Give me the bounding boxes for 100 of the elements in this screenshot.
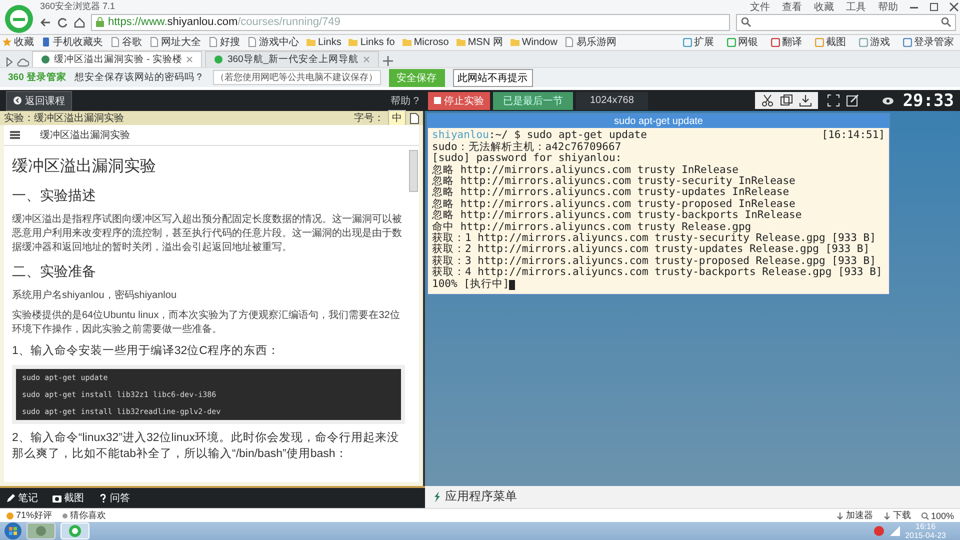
fullscreen-icon[interactable] xyxy=(826,94,840,108)
browser-taskbar-icon[interactable] xyxy=(60,522,90,540)
page-heading: 缓冲区溢出漏洞实验 xyxy=(12,156,157,178)
back-circle-icon xyxy=(13,96,22,106)
bookmark-item[interactable]: Window xyxy=(510,36,558,48)
home-icon[interactable] xyxy=(74,16,85,28)
scissors-icon[interactable] xyxy=(760,94,774,108)
terminal-line: 获取：2 http://mirrors.aliyuncs.com trusty-updates Release.gpg [933 B] xyxy=(432,244,870,256)
bottom-tab[interactable]: 截图 xyxy=(52,490,84,505)
font-size-label: 字号： xyxy=(354,112,384,126)
terminal-line: 获取：1 http://mirrors.aliyuncs.com trusty-security Release.gpg [933 B] xyxy=(432,232,876,244)
bookmark-item[interactable]: 游戏中心 xyxy=(247,35,299,50)
browser-tab[interactable]: 360导航_新一代安全上网导航 xyxy=(205,51,379,68)
terminal-timestamp: [16:14:51] xyxy=(822,130,885,142)
sidebar-toggle-icon[interactable] xyxy=(4,57,14,68)
folder-icon xyxy=(402,37,412,48)
terminal-line: 忽略 http://mirrors.aliyuncs.com trusty-security InRelease xyxy=(432,176,796,187)
star-icon xyxy=(2,37,12,48)
bookmark-item[interactable]: 网址大全 xyxy=(149,35,201,50)
search-icon xyxy=(741,17,751,27)
bookmark-item[interactable]: Links xyxy=(306,36,342,48)
bookmark-item[interactable]: 易乐游网 xyxy=(564,35,616,50)
menu-item[interactable]: 帮助 xyxy=(876,0,900,14)
paragraph: 缓冲区溢出是指程序试图向缓冲区写入超出预分配固定长度数据的情况。这一漏洞可以被恶意用户利用来改变程序的流控制，甚至执行代码的任意片段。这一漏洞的出现是由于数据缓冲器和返回地址的暂时关闭，溢出会引起返回地址被重写。 xyxy=(12,213,403,256)
tab-favicon-icon xyxy=(41,55,50,64)
folder-icon xyxy=(456,37,466,48)
paragraph: 系统用户名shiyanlou，密码shiyanlou xyxy=(12,289,178,304)
terminal-line: 忽略 http://mirrors.aliyuncs.com trusty-backports InRelease xyxy=(432,210,802,222)
extension-button[interactable]: 游戏 xyxy=(859,35,890,50)
folder-icon xyxy=(348,37,358,48)
help-link[interactable]: 帮助 ? xyxy=(390,94,419,108)
eye-icon xyxy=(882,96,894,105)
recommend-link[interactable]: 猜你喜欢 xyxy=(62,509,106,522)
arrow-icon xyxy=(882,512,891,520)
scrollbar-thumb[interactable] xyxy=(409,150,418,192)
extension-button[interactable]: 翻译 xyxy=(771,35,802,50)
zoom-level[interactable]: 100% xyxy=(920,510,954,520)
lock-icon xyxy=(96,17,104,27)
terminal-line: sudo：无法解析主机：a42c76709667 xyxy=(432,142,622,153)
extension-button[interactable]: 截图 xyxy=(815,35,846,50)
step-heading: 2、输入命令“linux32”进入32位linux环境。此时你会发现，命令行用起来没那么爽了，比如不能tab补全了，所以输入“/bin/bash”使用bash： xyxy=(12,430,400,462)
terminal-line: [sudo] password for shiyanlou: xyxy=(432,153,622,164)
maximize-icon[interactable] xyxy=(928,2,940,12)
arrow-icon xyxy=(836,512,844,520)
countdown-timer: 29:33 xyxy=(902,90,954,111)
document-icon[interactable] xyxy=(410,112,419,124)
bookmark-item[interactable]: 谷歌 xyxy=(110,35,142,50)
extension-button[interactable]: 扩展 xyxy=(683,35,714,50)
bottom-tab[interactable]: 问答 xyxy=(98,490,130,505)
refresh-icon[interactable] xyxy=(57,16,68,28)
bookmark-item[interactable]: Links fo xyxy=(348,36,395,48)
menu-item[interactable]: 文件 xyxy=(748,0,772,14)
terminal-line: shiyanlou:~/ $ sudo apt-get update xyxy=(432,130,647,142)
stop-button[interactable]: 停止实验 xyxy=(428,92,490,110)
back-button[interactable]: 返回课程 xyxy=(6,90,72,111)
folder-icon xyxy=(306,37,316,48)
prompt-text: 想安全保存该网站的密码吗？ xyxy=(74,71,204,84)
bookmark-item[interactable]: 手机收藏夹 xyxy=(41,35,103,50)
extension-button[interactable]: 登录管家 xyxy=(903,35,954,50)
resolution-dropdown[interactable]: 1024x768 xyxy=(576,92,648,110)
search-field[interactable] xyxy=(736,14,956,30)
step-heading: 1、输入命令安装一些用于编译32位C程序的东西： xyxy=(12,343,280,360)
section-dropdown[interactable]: 缓冲区溢出漏洞实验 xyxy=(4,125,419,146)
section-heading: 二、实验准备 xyxy=(12,263,97,282)
close-icon[interactable] xyxy=(186,56,194,64)
lab-title: 实验：缓冲区溢出漏洞实验 xyxy=(4,112,124,126)
address-field[interactable]: https://www.shiyanlou.com/courses/running/749 xyxy=(91,14,730,30)
bottom-tab[interactable]: 笔记 xyxy=(6,490,38,505)
back-icon[interactable] xyxy=(40,16,51,28)
extension-button[interactable]: 网银 xyxy=(727,35,758,50)
status-tool[interactable]: 加速器 xyxy=(836,509,873,522)
bookmark-item[interactable]: Microso xyxy=(402,36,449,48)
cloud-icon[interactable] xyxy=(17,57,29,68)
bookmark-item[interactable]: MSN 网 xyxy=(456,35,503,50)
folder-icon xyxy=(510,37,520,48)
close-icon[interactable] xyxy=(948,2,960,12)
copy-icon[interactable] xyxy=(780,94,793,108)
section-heading: 一、实验描述 xyxy=(12,187,97,206)
menu-item[interactable]: 收藏 xyxy=(812,0,836,14)
download-icon[interactable] xyxy=(798,94,812,108)
menu-item[interactable]: 查看 xyxy=(780,0,804,14)
edit-icon[interactable] xyxy=(846,94,859,108)
taskbar-app-icon[interactable] xyxy=(26,522,56,540)
status-tool[interactable]: 下载 xyxy=(882,509,911,522)
bookmark-item[interactable]: 收藏 xyxy=(2,35,34,50)
start-button-icon[interactable] xyxy=(4,522,22,540)
tab-title: 缓冲区溢出漏洞实验 - 实验楼 xyxy=(54,53,182,66)
font-size-dropdown[interactable]: 中 xyxy=(388,110,406,126)
rating-label[interactable]: 71%好评 xyxy=(6,509,52,522)
browser-tab[interactable]: 缓冲区溢出漏洞实验 - 实验楼 xyxy=(32,51,202,68)
pencil-icon xyxy=(6,492,16,503)
search-icon[interactable] xyxy=(941,17,951,27)
terminal-line: 命中 http://mirrors.aliyuncs.com trusty Release.gpg xyxy=(432,222,752,233)
dismiss-button[interactable]: 此网站不再提示 xyxy=(452,68,532,87)
url-text: https://www.shiyanlou.com/courses/running/749 xyxy=(108,16,340,28)
list-icon xyxy=(10,131,20,140)
app-menu-button[interactable]: 应用程序菜单 xyxy=(445,488,517,506)
bookmark-item[interactable]: 好搜 xyxy=(208,35,240,50)
menu-item[interactable]: 工具 xyxy=(844,0,868,14)
new-tab-icon[interactable] xyxy=(382,55,394,68)
